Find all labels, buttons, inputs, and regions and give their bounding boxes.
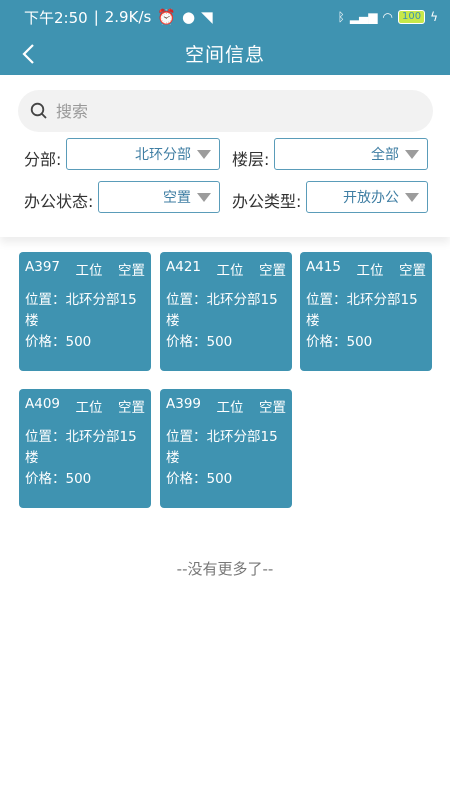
card-location: 位置：北环分部15楼 <box>25 429 137 466</box>
card-status: 空置 <box>258 400 286 416</box>
status-time: 下午2:50 <box>24 8 88 27</box>
no-more-indicator: --没有更多了-- <box>176 560 274 578</box>
app-notification-icon: ● <box>182 8 196 26</box>
card-type: 工位 <box>216 400 244 416</box>
bluetooth-icon: ᛒ <box>337 10 345 24</box>
space-card[interactable]: A397 工位 空置 位置：北环分部15楼 价格：500 <box>19 252 151 371</box>
card-header: A409 工位 空置 <box>25 396 145 416</box>
office-status-select[interactable]: 空置 <box>98 181 220 213</box>
status-separator: | <box>93 8 99 26</box>
card-location: 位置：北环分部15楼 <box>25 292 137 329</box>
office-type-label: 办公类型: <box>232 192 302 211</box>
branch-select-value: 北环分部 <box>135 147 191 163</box>
battery-indicator: 100 <box>397 10 426 24</box>
card-location: 位置：北环分部15楼 <box>166 429 278 466</box>
office-status-select-value: 空置 <box>163 190 191 206</box>
office-type-select-value: 开放办公 <box>343 190 399 206</box>
space-card[interactable]: A421 工位 空置 位置：北环分部15楼 价格：500 <box>160 252 292 371</box>
card-code: A415 <box>306 259 342 275</box>
card-status: 空置 <box>117 400 145 416</box>
title-bar: 空间信息 <box>0 34 450 75</box>
card-status: 空置 <box>258 263 286 279</box>
search-bar[interactable] <box>18 90 433 132</box>
card-type: 工位 <box>75 400 103 416</box>
office-status-label: 办公状态: <box>24 192 94 211</box>
branch-select[interactable]: 北环分部 <box>66 138 220 170</box>
card-code: A409 <box>25 396 61 412</box>
card-price: 价格：500 <box>25 334 92 350</box>
card-code: A421 <box>166 259 202 275</box>
status-speed: 2.9K/s <box>104 8 152 26</box>
card-code: A399 <box>166 396 202 412</box>
charging-icon: ϟ <box>430 10 438 24</box>
card-price: 价格：500 <box>306 334 373 350</box>
card-type: 工位 <box>216 263 244 279</box>
status-right: ᛒ ▂▄▆ ◠ 100 ϟ <box>338 10 438 24</box>
wifi-icon: ◠ <box>382 10 393 24</box>
caret-down-icon <box>405 192 419 202</box>
floor-select-value: 全部 <box>371 147 399 163</box>
caret-down-icon <box>197 149 211 159</box>
card-header: A399 工位 空置 <box>166 396 286 416</box>
card-type: 工位 <box>356 263 384 279</box>
card-status: 空置 <box>398 263 426 279</box>
card-location: 位置：北环分部15楼 <box>166 292 278 329</box>
alarm-icon: ⏰ <box>157 8 176 26</box>
office-type-select[interactable]: 开放办公 <box>306 181 428 213</box>
card-header: A397 工位 空置 <box>25 259 145 279</box>
space-card[interactable]: A415 工位 空置 位置：北环分部15楼 价格：500 <box>300 252 432 371</box>
status-bar: 下午2:50 | 2.9K/s ⏰ ● ◥ ᛒ ▂▄▆ ◠ 100 ϟ <box>0 0 450 34</box>
floor-select[interactable]: 全部 <box>274 138 428 170</box>
card-code: A397 <box>25 259 61 275</box>
card-type: 工位 <box>75 263 103 279</box>
card-price: 价格：500 <box>166 334 233 350</box>
space-card[interactable]: A409 工位 空置 位置：北环分部15楼 价格：500 <box>19 389 151 508</box>
search-icon <box>30 102 47 119</box>
floor-label: 楼层: <box>232 150 270 169</box>
status-left: 下午2:50 | 2.9K/s ⏰ ● ◥ <box>24 7 213 28</box>
app-header: 下午2:50 | 2.9K/s ⏰ ● ◥ ᛒ ▂▄▆ ◠ 100 ϟ 空间信息 <box>0 0 450 75</box>
card-location: 位置：北环分部15楼 <box>306 292 418 329</box>
signal-icon: ▂▄▆ <box>349 10 378 24</box>
nav-notification-icon: ◥ <box>201 8 213 26</box>
filter-panel: 分部: 北环分部 楼层: 全部 办公状态: 空置 办公类型: 开放办公 <box>0 75 450 237</box>
card-status: 空置 <box>117 263 145 279</box>
branch-label: 分部: <box>24 150 62 169</box>
card-price: 价格：500 <box>166 471 233 487</box>
card-header: A421 工位 空置 <box>166 259 286 279</box>
caret-down-icon <box>405 149 419 159</box>
space-card[interactable]: A399 工位 空置 位置：北环分部15楼 价格：500 <box>160 389 292 508</box>
page-title: 空间信息 <box>184 44 265 66</box>
search-input[interactable] <box>56 101 396 121</box>
caret-down-icon <box>197 192 211 202</box>
card-price: 价格：500 <box>25 471 92 487</box>
card-header: A415 工位 空置 <box>306 259 426 279</box>
